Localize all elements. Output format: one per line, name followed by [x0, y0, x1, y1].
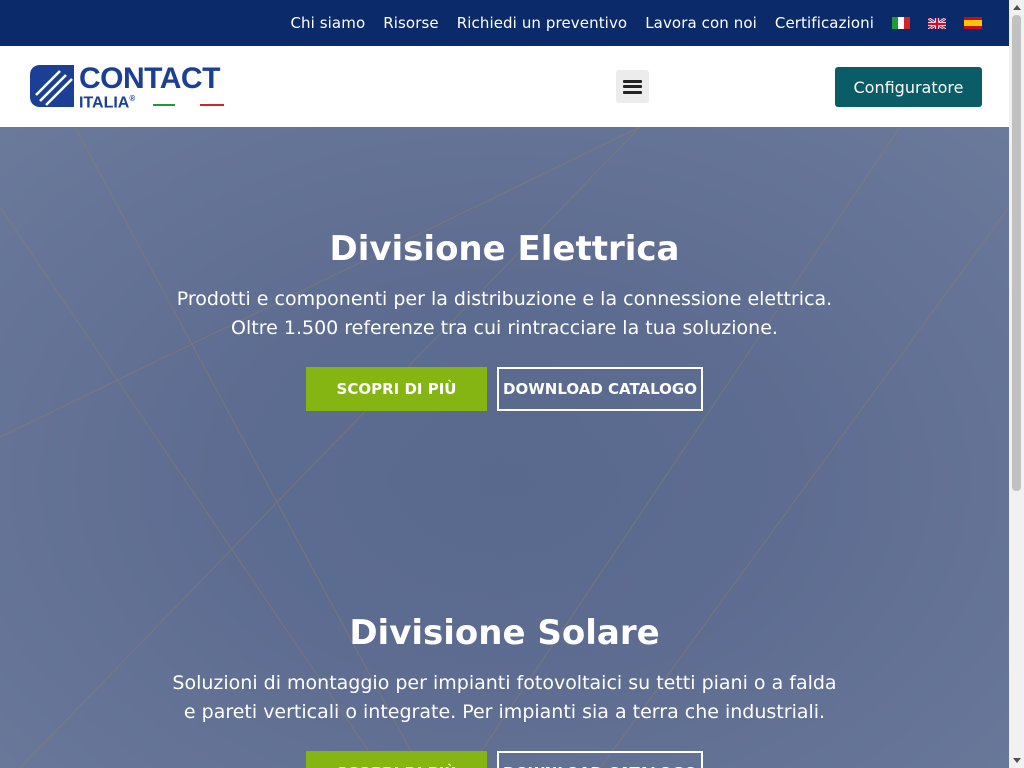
spanish-flag-icon[interactable]	[964, 17, 982, 29]
solare-scopri-button[interactable]: SCOPRI DI PIÙ	[306, 751, 487, 768]
language-switcher	[892, 17, 982, 29]
logo-subtitle-text: ITALIA	[79, 94, 130, 112]
contact-italia-logo[interactable]: CONTACT ITALIA®	[30, 62, 224, 111]
logo-wordmark: CONTACT	[79, 62, 220, 95]
division-solare-desc-line1: Soluzioni di montaggio per impianti foto…	[172, 672, 837, 694]
top-bar: Chi siamo Risorse Richiedi un preventivo…	[0, 0, 1009, 46]
division-solare: Divisione Solare Soluzioni di montaggio …	[0, 613, 1009, 727]
configurator-button[interactable]: Configuratore	[835, 67, 982, 107]
division-elettrica: Divisione Elettrica Prodotti e component…	[0, 229, 1009, 343]
nav-link-richiedi-preventivo[interactable]: Richiedi un preventivo	[457, 14, 627, 32]
elettrica-download-catalog-button[interactable]: DOWNLOAD CATALOGO	[497, 367, 703, 411]
elettrica-scopri-button[interactable]: SCOPRI DI PIÙ	[306, 367, 487, 411]
hamburger-menu-icon	[623, 79, 642, 94]
site-header: CONTACT ITALIA® Configuratore	[0, 46, 1009, 127]
division-elettrica-buttons: SCOPRI DI PIÙ DOWNLOAD CATALOGO	[0, 367, 1009, 411]
nav-link-certificazioni[interactable]: Certificazioni	[775, 14, 874, 32]
scroll-up-arrow-icon[interactable]	[1009, 0, 1024, 15]
logo-mark-icon	[30, 65, 74, 107]
division-solare-buttons: SCOPRI DI PIÙ DOWNLOAD CATALOGO	[0, 751, 1009, 768]
division-elettrica-title: Divisione Elettrica	[329, 229, 680, 269]
division-elettrica-desc-line1: Prodotti e componenti per la distribuzio…	[176, 288, 833, 310]
vertical-scrollbar[interactable]	[1009, 0, 1024, 768]
italian-flag-icon[interactable]	[892, 17, 910, 29]
page: Chi siamo Risorse Richiedi un preventivo…	[0, 0, 1009, 768]
division-solare-desc-line2: e pareti verticali o integrate. Per impi…	[183, 701, 826, 723]
nav-link-risorse[interactable]: Risorse	[383, 14, 439, 32]
scrollbar-thumb[interactable]	[1012, 15, 1021, 491]
top-nav: Chi siamo Risorse Richiedi un preventivo…	[290, 0, 982, 46]
logo-red-line	[200, 104, 224, 106]
menu-toggle-button[interactable]	[616, 70, 649, 103]
solare-download-catalog-button[interactable]: DOWNLOAD CATALOGO	[497, 751, 703, 768]
scroll-down-arrow-icon[interactable]	[1009, 753, 1024, 768]
division-elettrica-desc-line2: Oltre 1.500 referenze tra cui rintraccia…	[231, 317, 778, 339]
nav-link-chi-siamo[interactable]: Chi siamo	[290, 14, 365, 32]
logo-subtitle: ITALIA®	[79, 91, 135, 111]
division-solare-title: Divisione Solare	[349, 613, 660, 653]
hero-section: Divisione Elettrica Prodotti e component…	[0, 127, 1009, 768]
registered-mark: ®	[129, 94, 136, 103]
logo-green-line	[153, 104, 175, 106]
english-flag-icon[interactable]	[928, 17, 946, 29]
nav-link-lavora-con-noi[interactable]: Lavora con noi	[645, 14, 757, 32]
